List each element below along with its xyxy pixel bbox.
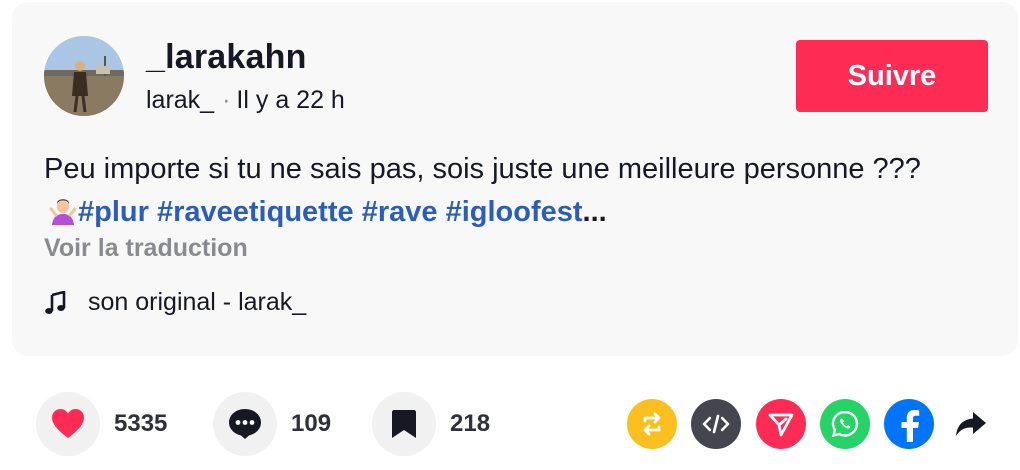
author-meta: larak_ · Il y a 22 h (146, 86, 345, 115)
music-label: son original - larak_ (88, 288, 307, 316)
comment-button[interactable] (213, 392, 277, 456)
like-count: 5335 (114, 410, 168, 437)
embed-button[interactable] (691, 399, 741, 449)
heart-icon (52, 409, 84, 438)
share-arrow-icon (956, 412, 986, 436)
separator: · (222, 86, 231, 114)
comment-action[interactable]: 109 (213, 392, 331, 456)
whatsapp-icon (831, 410, 859, 438)
person-shrugging-emoji (48, 195, 78, 225)
hashtag-rave[interactable]: #rave (362, 196, 438, 228)
like-action[interactable]: 5335 (36, 392, 167, 456)
repost-button[interactable] (627, 399, 677, 449)
caption-text: Peu importe si tu ne sais pas, sois just… (44, 153, 921, 185)
hashtag-igloofest[interactable]: #igloofest (446, 196, 583, 228)
comment-count: 109 (291, 410, 332, 437)
hashtag-plur[interactable]: #plur (78, 196, 149, 228)
repost-icon (643, 412, 661, 436)
send-icon (768, 413, 794, 437)
facebook-button[interactable] (884, 399, 934, 449)
post-card: _larakahn larak_ · Il y a 22 h Suivre Peu … (12, 2, 1018, 356)
like-button[interactable] (36, 392, 100, 456)
hashtag-raveetiquette[interactable]: #raveetiquette (157, 196, 354, 228)
username[interactable]: _larakahn (146, 38, 307, 77)
embed-icon (702, 414, 730, 434)
save-button[interactable] (372, 392, 436, 456)
see-translation-link[interactable]: Voir la traduction (44, 234, 248, 263)
comment-icon (229, 409, 261, 439)
follow-button[interactable]: Suivre (796, 40, 988, 112)
music-link[interactable]: son original - larak_ (44, 288, 306, 317)
caption: Peu importe si tu ne sais pas, sois just… (44, 148, 944, 234)
send-to-friends-button[interactable] (756, 399, 806, 449)
music-note-icon (45, 290, 66, 314)
whatsapp-button[interactable] (820, 399, 870, 449)
more-share-button[interactable] (946, 399, 996, 449)
save-action[interactable]: 218 (372, 392, 490, 456)
bookmark-icon (392, 410, 416, 438)
caption-ellipsis: ... (582, 196, 607, 228)
facebook-icon (901, 410, 920, 442)
avatar[interactable] (44, 36, 124, 116)
time-ago: Il y a 22 h (236, 86, 345, 114)
save-count: 218 (450, 410, 491, 437)
handle[interactable]: larak_ (146, 86, 214, 114)
